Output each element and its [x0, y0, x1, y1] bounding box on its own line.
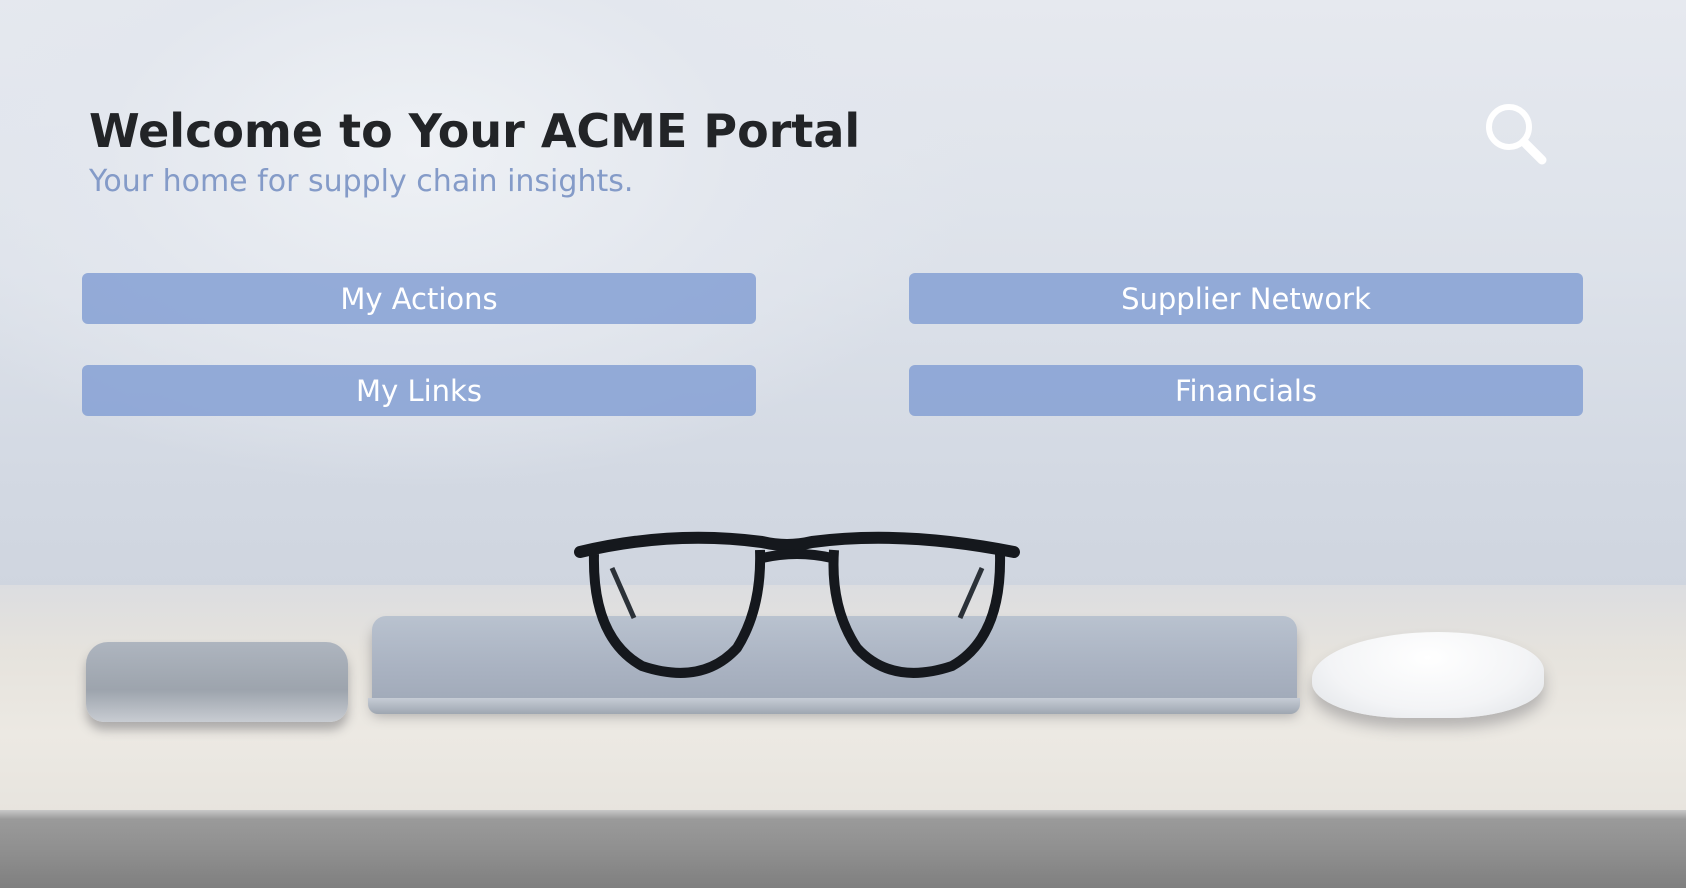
search-icon — [1486, 104, 1547, 165]
page-subtitle: Your home for supply chain insights. — [89, 164, 634, 199]
page-title: Welcome to Your ACME Portal — [89, 104, 861, 158]
my-actions-button[interactable]: My Actions — [82, 273, 756, 324]
my-links-button[interactable]: My Links — [82, 365, 756, 416]
financials-button[interactable]: Financials — [909, 365, 1583, 416]
smartphone-image — [86, 642, 348, 722]
search-button[interactable] — [1480, 98, 1552, 170]
laptop-base — [368, 698, 1300, 714]
supplier-network-button[interactable]: Supplier Network — [909, 273, 1583, 324]
eyeglasses-image — [574, 531, 1020, 678]
desk-edge — [0, 810, 1686, 888]
